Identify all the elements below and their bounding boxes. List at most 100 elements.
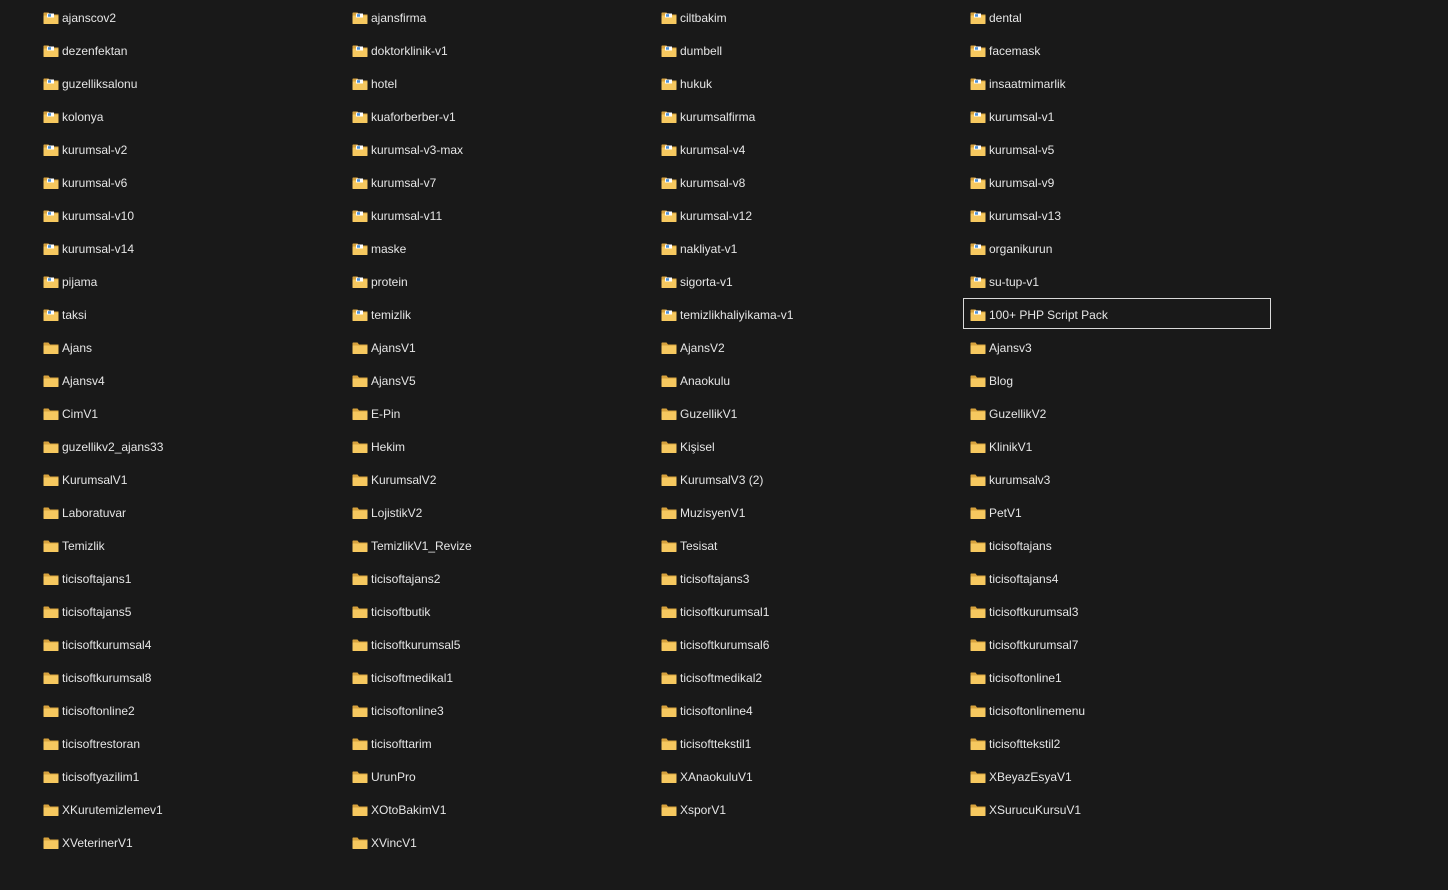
- folder-item[interactable]: E-Pin: [346, 397, 655, 430]
- folder-item[interactable]: kurumsal-v9: [964, 166, 1273, 199]
- folder-item[interactable]: ticisoftkurumsal5: [346, 628, 655, 661]
- folder-item[interactable]: ticisoftkurumsal4: [37, 628, 346, 661]
- folder-item[interactable]: ticisoftkurumsal1: [655, 595, 964, 628]
- folder-item[interactable]: AjansV2: [655, 331, 964, 364]
- folder-item[interactable]: taksi: [37, 298, 346, 331]
- folder-item[interactable]: ciltbakim: [655, 1, 964, 34]
- folder-item[interactable]: ajansfirma: [346, 1, 655, 34]
- folder-item[interactable]: hotel: [346, 67, 655, 100]
- folder-item[interactable]: Kişisel: [655, 430, 964, 463]
- folder-item[interactable]: KurumsalV1: [37, 463, 346, 496]
- folder-item[interactable]: XKurutemizlemev1: [37, 793, 346, 826]
- folder-item[interactable]: kurumsal-v14: [37, 232, 346, 265]
- folder-item[interactable]: XAnaokuluV1: [655, 760, 964, 793]
- folder-item[interactable]: XOtoBakimV1: [346, 793, 655, 826]
- folder-item[interactable]: guzelliksalonu: [37, 67, 346, 100]
- folder-item[interactable]: Anaokulu: [655, 364, 964, 397]
- folder-item[interactable]: ticisofttekstil2: [964, 727, 1273, 760]
- folder-item[interactable]: KlinikV1: [964, 430, 1273, 463]
- folder-item[interactable]: Ajans: [37, 331, 346, 364]
- folder-item[interactable]: ticisoftajans5: [37, 595, 346, 628]
- folder-item[interactable]: ticisofttekstil1: [655, 727, 964, 760]
- folder-item[interactable]: ticisoftajans3: [655, 562, 964, 595]
- folder-item[interactable]: XSurucuKursuV1: [964, 793, 1273, 826]
- folder-item[interactable]: su-tup-v1: [964, 265, 1273, 298]
- folder-item[interactable]: sigorta-v1: [655, 265, 964, 298]
- folder-item[interactable]: KurumsalV3 (2): [655, 463, 964, 496]
- folder-item[interactable]: ticisoftonline3: [346, 694, 655, 727]
- folder-item[interactable]: ticisoftonline2: [37, 694, 346, 727]
- folder-item[interactable]: ticisoftkurumsal3: [964, 595, 1273, 628]
- folder-item[interactable]: Temizlik: [37, 529, 346, 562]
- folder-item[interactable]: nakliyat-v1: [655, 232, 964, 265]
- folder-item[interactable]: ticisoftkurumsal6: [655, 628, 964, 661]
- folder-item[interactable]: doktorklinik-v1: [346, 34, 655, 67]
- folder-item[interactable]: XsporV1: [655, 793, 964, 826]
- folder-item[interactable]: ticisoftyazilim1: [37, 760, 346, 793]
- folder-item[interactable]: TemizlikV1_Revize: [346, 529, 655, 562]
- folder-item[interactable]: Hekim: [346, 430, 655, 463]
- folder-item[interactable]: PetV1: [964, 496, 1273, 529]
- folder-item[interactable]: Ajansv3: [964, 331, 1273, 364]
- folder-item[interactable]: kuaforberber-v1: [346, 100, 655, 133]
- folder-item[interactable]: ticisoftkurumsal7: [964, 628, 1273, 661]
- folder-item[interactable]: ticisoftbutik: [346, 595, 655, 628]
- folder-item[interactable]: kurumsal-v5: [964, 133, 1273, 166]
- folder-item[interactable]: Laboratuvar: [37, 496, 346, 529]
- folder-item[interactable]: insaatmimarlik: [964, 67, 1273, 100]
- folder-item[interactable]: protein: [346, 265, 655, 298]
- folder-item[interactable]: temizlik: [346, 298, 655, 331]
- folder-item[interactable]: AjansV5: [346, 364, 655, 397]
- folder-item[interactable]: kurumsal-v8: [655, 166, 964, 199]
- folder-item[interactable]: kurumsal-v4: [655, 133, 964, 166]
- folder-item[interactable]: MuzisyenV1: [655, 496, 964, 529]
- folder-item[interactable]: kurumsal-v12: [655, 199, 964, 232]
- folder-item[interactable]: kurumsal-v2: [37, 133, 346, 166]
- folder-item[interactable]: kurumsal-v11: [346, 199, 655, 232]
- folder-item[interactable]: maske: [346, 232, 655, 265]
- folder-item[interactable]: kurumsal-v3-max: [346, 133, 655, 166]
- folder-item[interactable]: kurumsal-v1: [964, 100, 1273, 133]
- folder-item[interactable]: LojistikV2: [346, 496, 655, 529]
- folder-item[interactable]: dezenfektan: [37, 34, 346, 67]
- folder-item[interactable]: Blog: [964, 364, 1273, 397]
- folder-item[interactable]: CimV1: [37, 397, 346, 430]
- folder-item[interactable]: guzellikv2_ajans33: [37, 430, 346, 463]
- folder-item[interactable]: XBeyazEsyaV1: [964, 760, 1273, 793]
- folder-item[interactable]: kolonya: [37, 100, 346, 133]
- folder-item[interactable]: AjansV1: [346, 331, 655, 364]
- folder-item[interactable]: hukuk: [655, 67, 964, 100]
- folder-item[interactable]: kurumsal-v6: [37, 166, 346, 199]
- folder-item[interactable]: ticisoftrestoran: [37, 727, 346, 760]
- folder-item[interactable]: dumbell: [655, 34, 964, 67]
- folder-item[interactable]: pijama: [37, 265, 346, 298]
- folder-item[interactable]: GuzellikV2: [964, 397, 1273, 430]
- folder-item[interactable]: Ajansv4: [37, 364, 346, 397]
- folder-item[interactable]: ticisoftonline1: [964, 661, 1273, 694]
- folder-item[interactable]: ticisoftmedikal2: [655, 661, 964, 694]
- folder-item[interactable]: kurumsalfirma: [655, 100, 964, 133]
- folder-item[interactable]: Tesisat: [655, 529, 964, 562]
- folder-item[interactable]: ajanscov2: [37, 1, 346, 34]
- folder-item[interactable]: ticisoftajans4: [964, 562, 1273, 595]
- folder-item[interactable]: ticisofttarim: [346, 727, 655, 760]
- folder-item[interactable]: ticisoftmedikal1: [346, 661, 655, 694]
- folder-item[interactable]: kurumsal-v7: [346, 166, 655, 199]
- folder-item[interactable]: kurumsal-v10: [37, 199, 346, 232]
- folder-item[interactable]: organikurun: [964, 232, 1273, 265]
- folder-item[interactable]: ticisoftonlinemenu: [964, 694, 1273, 727]
- folder-item[interactable]: ticisoftajans2: [346, 562, 655, 595]
- folder-item[interactable]: dental: [964, 1, 1273, 34]
- folder-item[interactable]: ticisoftkurumsal8: [37, 661, 346, 694]
- folder-item[interactable]: kurumsal-v13: [964, 199, 1273, 232]
- folder-item[interactable]: ticisoftajans1: [37, 562, 346, 595]
- folder-item[interactable]: KurumsalV2: [346, 463, 655, 496]
- folder-item[interactable]: ticisoftajans: [964, 529, 1273, 562]
- folder-item[interactable]: GuzellikV1: [655, 397, 964, 430]
- folder-item[interactable]: XVeterinerV1: [37, 826, 346, 859]
- folder-item[interactable]: 100+ PHP Script Pack: [963, 298, 1273, 331]
- folder-item[interactable]: temizlikhaliyikama-v1: [655, 298, 964, 331]
- folder-item[interactable]: kurumsalv3: [964, 463, 1273, 496]
- folder-item[interactable]: UrunPro: [346, 760, 655, 793]
- folder-item[interactable]: ticisoftonline4: [655, 694, 964, 727]
